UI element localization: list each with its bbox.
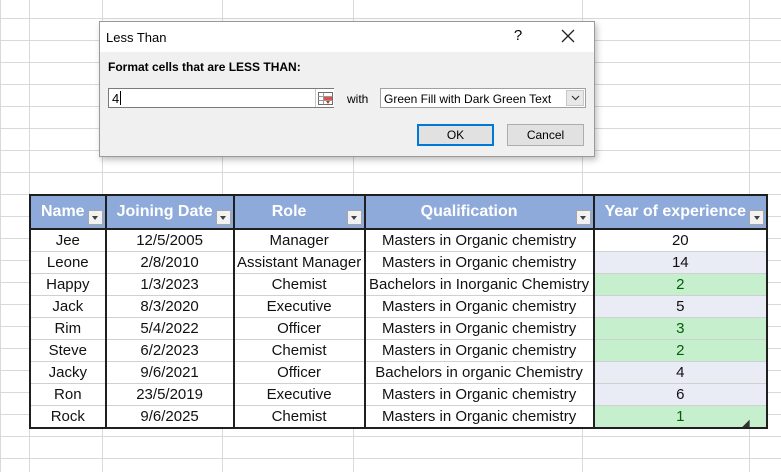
table-row: Happy 1/3/2023 Chemist Bachelors in Inor… (29, 273, 769, 296)
help-button[interactable]: ? (509, 27, 527, 44)
less-than-dialog: Less Than ? Format cells that are LESS T… (99, 21, 595, 157)
table-row: Leone 2/8/2010 Assistant Manager Masters… (29, 251, 769, 274)
header-qualification: Qualification (363, 194, 595, 230)
cell-name[interactable]: Jacky (29, 361, 107, 384)
dialog-titlebar[interactable]: Less Than ? (100, 22, 594, 52)
text-caret (120, 91, 122, 105)
table-row: Jack 8/3/2020 Executive Masters in Organ… (29, 295, 769, 318)
table-row: Rim 5/4/2022 Officer Masters in Organic … (29, 317, 769, 340)
cell-joining-date[interactable]: 23/5/2019 (104, 383, 235, 406)
cell-experience[interactable]: 2 (592, 339, 769, 362)
format-selected: Green Fill with Dark Green Text (384, 92, 552, 106)
chevron-down-icon (220, 215, 227, 220)
cell-joining-date[interactable]: 1/3/2023 (104, 273, 235, 296)
threshold-value: 4 (112, 91, 120, 106)
cell-experience[interactable]: 4 (592, 361, 769, 384)
cell-qualification[interactable]: Bachelors in organic Chemistry (363, 361, 595, 384)
cell-name[interactable]: Ron (29, 383, 107, 406)
cell-joining-date[interactable]: 6/2/2023 (104, 339, 235, 362)
cell-name[interactable]: Rock (29, 405, 107, 429)
ok-button[interactable]: OK (417, 124, 494, 146)
cell-role[interactable]: Chemist (232, 273, 366, 296)
cell-role[interactable]: Manager (232, 229, 366, 252)
cell-joining-date[interactable]: 8/3/2020 (104, 295, 235, 318)
range-select-icon (317, 91, 333, 105)
cancel-button[interactable]: Cancel (507, 124, 584, 146)
cell-qualification[interactable]: Masters in Organic chemistry (363, 229, 595, 252)
with-label: with (347, 92, 369, 106)
cell-role[interactable]: Assistant Manager (232, 251, 366, 274)
cell-joining-date[interactable]: 2/8/2010 (104, 251, 235, 274)
cell-role[interactable]: Executive (232, 295, 366, 318)
filter-dropdown-button[interactable] (575, 210, 591, 225)
cell-name[interactable]: Happy (29, 273, 107, 296)
dialog-title: Less Than (106, 30, 167, 45)
cell-qualification[interactable]: Masters in Organic chemistry (363, 383, 595, 406)
chevron-down-icon (571, 95, 579, 101)
header-year-of-experience: Year of experience (592, 194, 769, 230)
cell-qualification[interactable]: Masters in Organic chemistry (363, 339, 595, 362)
cell-joining-date[interactable]: 12/5/2005 (104, 229, 235, 252)
cell-role[interactable]: Chemist (232, 339, 366, 362)
filter-dropdown-button[interactable] (346, 210, 362, 225)
cell-qualification[interactable]: Masters in Organic chemistry (363, 295, 595, 318)
cell-name[interactable]: Jack (29, 295, 107, 318)
cell-experience[interactable]: 2 (592, 273, 769, 296)
format-dropdown[interactable]: Green Fill with Dark Green Text (380, 88, 586, 108)
chevron-down-icon (351, 215, 358, 220)
cell-role[interactable]: Executive (232, 383, 366, 406)
cell-joining-date[interactable]: 9/6/2025 (104, 405, 235, 429)
cell-qualification[interactable]: Masters in Organic chemistry (363, 405, 595, 429)
table-row: Ron 23/5/2019 Executive Masters in Organ… (29, 383, 769, 406)
cell-qualification[interactable]: Masters in Organic chemistry (363, 251, 595, 274)
cell-experience[interactable]: 1 (592, 405, 769, 429)
cell-name[interactable]: Leone (29, 251, 107, 274)
threshold-input[interactable]: 4 (108, 88, 334, 108)
filter-dropdown-button[interactable] (215, 210, 231, 225)
header-name: Name (29, 194, 107, 230)
chevron-down-icon (580, 215, 587, 220)
cell-experience[interactable]: 14 (592, 251, 769, 274)
dropdown-arrow[interactable] (566, 90, 584, 106)
cell-name[interactable]: Rim (29, 317, 107, 340)
dialog-prompt: Format cells that are LESS THAN: (108, 60, 301, 74)
table-resize-handle-icon[interactable]: ◢ (742, 418, 750, 429)
cell-qualification[interactable]: Bachelors in Inorganic Chemistry (363, 273, 595, 296)
cell-experience[interactable]: 6 (592, 383, 769, 406)
cell-role[interactable]: Officer (232, 361, 366, 384)
cell-experience[interactable]: 3 (592, 317, 769, 340)
header-role: Role (232, 194, 366, 230)
cell-experience[interactable]: 20 (592, 229, 769, 252)
cell-role[interactable]: Chemist (232, 405, 366, 429)
header-row: Name Joining Date Role Qualification Yea… (29, 194, 769, 230)
chevron-down-icon (753, 215, 760, 220)
close-icon (561, 29, 575, 43)
filter-dropdown-button[interactable] (749, 210, 765, 225)
cell-role[interactable]: Officer (232, 317, 366, 340)
table-row: Rock 9/6/2025 Chemist Masters in Organic… (29, 405, 769, 429)
cell-name[interactable]: Steve (29, 339, 107, 362)
cell-experience[interactable]: 5 (592, 295, 769, 318)
table-row: Steve 6/2/2023 Chemist Masters in Organi… (29, 339, 769, 362)
cell-joining-date[interactable]: 9/6/2021 (104, 361, 235, 384)
cell-name[interactable]: Jee (29, 229, 107, 252)
table-row: Jacky 9/6/2021 Officer Bachelors in orga… (29, 361, 769, 384)
cell-joining-date[interactable]: 5/4/2022 (104, 317, 235, 340)
cell-qualification[interactable]: Masters in Organic chemistry (363, 317, 595, 340)
header-joining-date: Joining Date (104, 194, 235, 230)
data-table: Name Joining Date Role Qualification Yea… (29, 194, 769, 429)
close-button[interactable] (555, 24, 581, 48)
range-select-button[interactable] (315, 89, 334, 107)
chevron-down-icon (92, 215, 99, 220)
table-row: Jee 12/5/2005 Manager Masters in Organic… (29, 229, 769, 252)
filter-dropdown-button[interactable] (87, 210, 103, 225)
